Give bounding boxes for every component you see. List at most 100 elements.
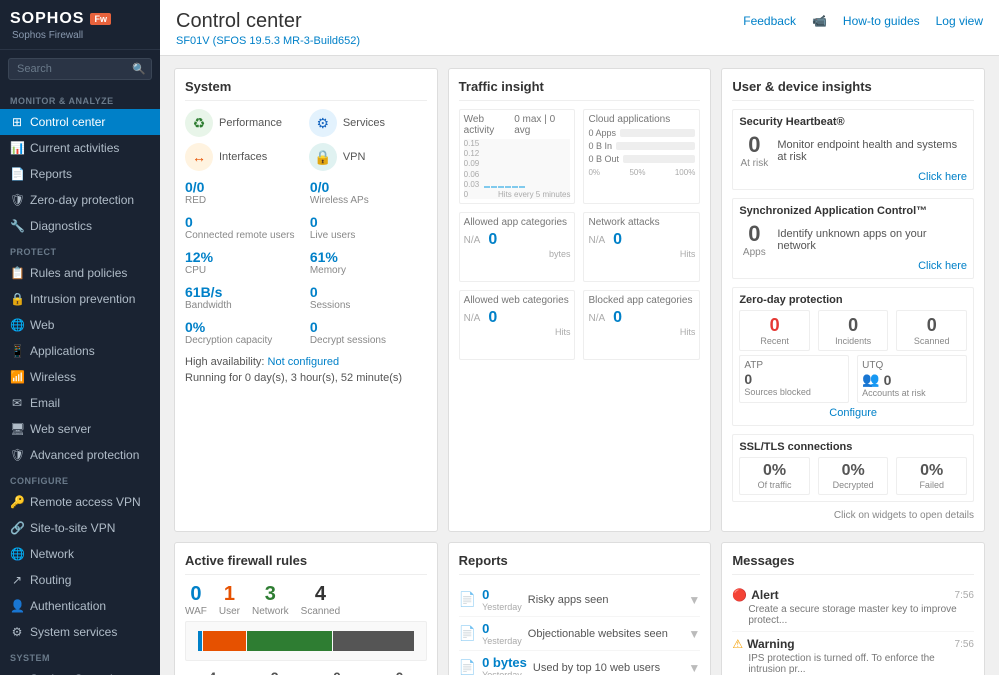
sidebar-item-reports[interactable]: 📄 Reports [0, 161, 160, 187]
sidebar-item-rules-policies[interactable]: 📋 Rules and policies [0, 260, 160, 286]
ssl-lbl-1: Decrypted [823, 480, 884, 490]
report-row-2[interactable]: 📄 0 bytes Yesterday Used by top 10 web u… [459, 651, 701, 675]
ha-link[interactable]: Not configured [268, 356, 340, 368]
system-title: System [185, 79, 427, 101]
web-activity-chart[interactable]: Web activity 0 max | 0 avg 0.15 0.12 0.0… [459, 109, 576, 204]
vpn-item[interactable]: 🔒 VPN [309, 143, 427, 171]
sidebar-item-web[interactable]: 🌐 Web [0, 312, 160, 338]
utq-accounts-label: Accounts at risk [862, 388, 962, 398]
allowed-app-body: N/A 0 [464, 231, 571, 249]
sidebar-item-authentication[interactable]: 👤 Authentication [0, 593, 160, 619]
control-center-icon: ⊞ [10, 115, 24, 129]
log-view-link[interactable]: Log view [936, 14, 983, 28]
zdp-section[interactable]: Zero-day protection 0 Recent 0 Incidents… [732, 287, 974, 426]
interfaces-item[interactable]: ↔ Interfaces [185, 143, 303, 171]
sidebar-item-intrusion[interactable]: 🔒 Intrusion prevention [0, 286, 160, 312]
fw-bar-user [203, 631, 246, 651]
report-row-1[interactable]: 📄 0 Yesterday Objectionable websites see… [459, 617, 701, 651]
traffic-charts: Web activity 0 max | 0 avg 0.15 0.12 0.0… [459, 109, 701, 204]
sidebar-item-wireless[interactable]: 📶 Wireless [0, 364, 160, 390]
network-icon: 🌐 [10, 547, 24, 561]
running-info: Running for 0 day(s), 3 hour(s), 52 minu… [185, 372, 427, 384]
allowed-web-chart[interactable]: Allowed web categories N/A 0 Hits [459, 290, 576, 360]
search-input[interactable] [8, 58, 152, 80]
configure-link[interactable]: Configure [739, 407, 967, 419]
bar [491, 186, 497, 188]
msg-title-1: Warning [747, 637, 950, 651]
report-arrow-2[interactable]: ▼ [688, 661, 700, 675]
hits-label-3: Hits [588, 327, 695, 337]
sidebar-item-diagnostics[interactable]: 🔧 Diagnostics [0, 213, 160, 239]
network-attacks-val: 0 [613, 231, 622, 249]
sidebar-label-network: Network [30, 547, 74, 561]
sidebar-item-web-server[interactable]: 🖥 Web server [0, 416, 160, 442]
sidebar-item-applications[interactable]: 📱 Applications [0, 338, 160, 364]
report-row-0[interactable]: 📄 0 Yesterday Risky apps seen ▼ [459, 583, 701, 617]
remote-users-stat: 0 Connected remote users [185, 214, 302, 241]
fw-network: 3 Network [252, 583, 289, 617]
sidebar-label-wireless: Wireless [30, 370, 76, 384]
report-val-block-0: 0 Yesterday [482, 587, 522, 612]
sidebar-label-remote-vpn: Remote access VPN [30, 495, 141, 509]
memory-label: Memory [310, 265, 427, 276]
heartbeat-count: 0 [739, 132, 769, 158]
cloud-pct-1: 50% [629, 168, 645, 177]
sidebar-item-zero-day[interactable]: 🛡 Zero-day protection [0, 187, 160, 213]
search-box[interactable]: 🔍 [8, 58, 152, 80]
sidebar-item-email[interactable]: ✉ Email [0, 390, 160, 416]
cloud-bar-bg-2 [623, 155, 695, 163]
performance-label: Performance [219, 117, 282, 129]
sidebar-label-applications: Applications [30, 344, 95, 358]
sidebar-item-network[interactable]: 🌐 Network [0, 541, 160, 567]
sidebar-item-remote-vpn[interactable]: 🔑 Remote access VPN [0, 489, 160, 515]
sidebar-label-reports: Reports [30, 167, 72, 181]
allowed-web-area: Allowed web categories N/A 0 Hits Blocke… [459, 290, 701, 360]
site-vpn-icon: 🔗 [10, 521, 24, 535]
ssl-title: SSL/TLS connections [739, 441, 967, 453]
heartbeat-click[interactable]: Click here [739, 171, 967, 183]
remote-users-label: Connected remote users [185, 230, 302, 241]
cloud-apps-chart[interactable]: Cloud applications 0 Apps 0 B In [583, 109, 700, 204]
remote-users-value: 0 [185, 214, 302, 230]
fw-changed-num: 0 [310, 669, 364, 675]
sidebar-item-site-vpn[interactable]: 🔗 Site-to-site VPN [0, 515, 160, 541]
sidebar-item-control-center[interactable]: ⊞ Control center [0, 109, 160, 135]
msg-header-0: 🔴 Alert 7:56 [732, 588, 974, 602]
how-to-link[interactable]: How-to guides [843, 14, 920, 28]
wireless-aps-label: Wireless APs [310, 195, 427, 206]
firewall-title: Active firewall rules [185, 553, 427, 575]
blocked-app-chart[interactable]: Blocked app categories N/A 0 Hits [583, 290, 700, 360]
cloud-apps-title: Cloud applications [588, 114, 695, 125]
atp-label: ATP [744, 360, 844, 371]
network-attacks-chart[interactable]: Network attacks N/A 0 Hits [583, 212, 700, 282]
sidebar-item-current-activities[interactable]: 📊 Current activities [0, 135, 160, 161]
report-desc-2: Used by top 10 web users [533, 662, 683, 674]
services-item[interactable]: ⚙ Services [309, 109, 427, 137]
report-val-0: 0 [482, 587, 489, 602]
report-arrow-1[interactable]: ▼ [688, 627, 700, 641]
bandwidth-label: Bandwidth [185, 300, 302, 311]
feedback-link[interactable]: Feedback [743, 14, 796, 28]
msg-body-1: IPS protection is turned off. To enforce… [732, 653, 974, 675]
allowed-app-chart[interactable]: Allowed app categories N/A 0 bytes [459, 212, 576, 282]
sidebar-item-advanced-protection[interactable]: 🛡 Advanced protection [0, 442, 160, 468]
sidebar-item-routing[interactable]: ↗ Routing [0, 567, 160, 593]
ssl-tls-section[interactable]: SSL/TLS connections 0% Of traffic 0% Dec… [732, 434, 974, 502]
performance-item[interactable]: ♻ Performance [185, 109, 303, 137]
ha-text: High availability: [185, 356, 264, 368]
sync-app-section[interactable]: Synchronized Application Control™ 0 Apps… [732, 198, 974, 279]
sidebar-item-sophos-central[interactable]: ☁ Sophos Central [0, 666, 160, 675]
bar [512, 186, 518, 188]
fw-badge: Fw [90, 13, 111, 25]
report-arrow-0[interactable]: ▼ [688, 593, 700, 607]
blocked-app-body: N/A 0 [588, 309, 695, 327]
sidebar-item-system-services[interactable]: ⚙ System services [0, 619, 160, 645]
ssl-pct-2: 0% [901, 462, 962, 480]
intrusion-icon: 🔒 [10, 292, 24, 306]
heartbeat-section[interactable]: Security Heartbeat® 0 At risk Monitor en… [732, 109, 974, 190]
sync-click[interactable]: Click here [739, 260, 967, 272]
hits-label-2: Hits [464, 327, 571, 337]
fw-bar-scan [333, 631, 414, 651]
fw-disabled-num: 2 [247, 669, 301, 675]
fw-scanned-label: Scanned [301, 606, 340, 617]
